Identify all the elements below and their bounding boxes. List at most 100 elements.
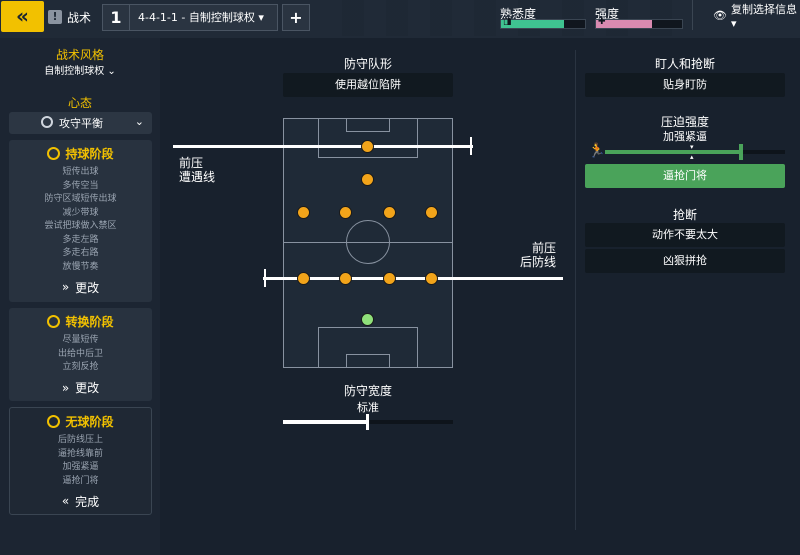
double-chevron-left-icon: «: [61, 494, 70, 508]
top-goal-box: [346, 118, 390, 132]
change-label: 更改: [75, 381, 100, 395]
familiarity-meter: 熟悉度 ◨: [500, 5, 586, 29]
tactic-slot-selector: 1 4-4-1-1 - 自制控制球权 ▾: [102, 4, 310, 31]
exclamation-icon: !: [48, 10, 62, 24]
phase-title: 转换阶段: [65, 314, 114, 329]
marking-dropdown[interactable]: 贴身盯防: [585, 73, 785, 97]
player-defender[interactable]: [297, 272, 310, 285]
phase-head: 无球阶段: [10, 408, 151, 434]
tactics-label: 战术: [67, 10, 92, 25]
player-goalkeeper[interactable]: [361, 313, 374, 326]
tackle-option[interactable]: 凶狠拼抢: [585, 249, 785, 273]
defend-icon: [47, 414, 61, 428]
defensive-line-handle[interactable]: [264, 269, 266, 287]
copy-selection-button[interactable]: 👁 复制选择信息 ▾: [692, 0, 800, 30]
change-button[interactable]: » 更改: [9, 274, 152, 300]
change-label: 更改: [75, 280, 100, 295]
phase-head: 转换阶段: [9, 308, 152, 334]
player-defender[interactable]: [339, 272, 352, 285]
phase-instruction-list: 后防线压上逼抢线靠前加强紧逼逼抢门将: [10, 434, 151, 488]
column-divider: [575, 50, 576, 530]
mentality-value: 攻守平衡: [59, 117, 103, 130]
phase-instruction-item: 逼抢线靠前: [57, 448, 103, 459]
centre-circle: [346, 220, 390, 264]
familiarity-icon: ◨: [503, 17, 512, 27]
phase-instruction-item: 放慢节奏: [62, 261, 99, 272]
phase-card-transition: 转换阶段 尽量短传出给中后卫立刻反抢 » 更改: [9, 308, 152, 401]
phase-instruction-item: 尝试把球做入禁区: [44, 221, 117, 231]
gk-press-button[interactable]: 逼抢门将: [585, 164, 785, 188]
phase-head: 持球阶段: [9, 140, 152, 166]
phase-instruction-list: 短传出球多传空当防守区域短传出球 减少带球尝试把球做入禁区 多走左路多走右路放慢节奏: [9, 166, 152, 274]
engagement-line[interactable]: [173, 145, 473, 148]
mentality-icon: [41, 116, 53, 128]
phase-instruction-item: 防守区域短传出球: [44, 194, 117, 204]
press-slider-handle[interactable]: [739, 144, 743, 160]
tactic-name-dropdown[interactable]: 4-4-1-1 - 自制控制球权 ▾: [130, 4, 278, 31]
press-value: 加强紧逼: [663, 130, 707, 143]
player-midfielder[interactable]: [383, 206, 396, 219]
intensity-icon: ✚: [598, 17, 606, 27]
phase-title: 持球阶段: [65, 146, 114, 161]
copy-selection-label: 复制选择信息 ▾: [730, 2, 797, 30]
sidebar: 战术风格 自制控制球权 ⌄ 心态 攻守平衡 ⌄ 持球阶段 短传出球多传空当防守区…: [0, 38, 160, 555]
chevron-down-icon: ⌄: [134, 115, 144, 128]
phase-instruction-item: 逼抢门将: [62, 475, 99, 486]
ball-icon: [47, 146, 61, 160]
player-midfielder[interactable]: [425, 206, 438, 219]
change-button[interactable]: » 更改: [9, 375, 152, 401]
mentality-dropdown[interactable]: 攻守平衡 ⌄: [9, 112, 152, 134]
phase-instruction-item: 多传空当: [62, 180, 99, 191]
tackle-title: 抢断: [672, 208, 697, 222]
width-title: 防守宽度: [343, 384, 392, 398]
press-marker-icon: ▾: [690, 143, 694, 151]
eye-icon: 👁: [713, 8, 727, 22]
phase-instruction-item: 减少带球: [62, 207, 99, 218]
intensity-meter: 强度 ✚: [595, 5, 683, 29]
phase-instruction-list: 尽量短传出给中后卫立刻反抢: [9, 334, 152, 375]
style-value: 自制控制球权: [44, 66, 105, 77]
phase-instruction-item: 短传出球: [62, 167, 99, 177]
running-man-icon: 🏃: [588, 143, 606, 159]
player-midfielder[interactable]: [339, 206, 352, 219]
double-chevron-right-icon: »: [61, 280, 70, 294]
shape-dropdown[interactable]: 使用越位陷阱: [283, 73, 453, 97]
width-slider-handle[interactable]: [366, 414, 369, 430]
phase-card-in-possession: 持球阶段 短传出球多传空当防守区域短传出球 减少带球尝试把球做入禁区 多走左路多走右…: [9, 140, 152, 302]
shape-title: 防守队形: [343, 57, 392, 71]
marking-title: 盯人和抢断: [654, 57, 715, 71]
phase-instruction-item: 立刻反抢: [62, 362, 99, 372]
done-button[interactable]: « 完成: [10, 488, 151, 514]
add-tactic-button[interactable]: +: [282, 4, 310, 31]
done-label: 完成: [75, 494, 100, 509]
phase-instruction-item: 加强紧逼: [62, 462, 99, 472]
phase-instruction-item: 多走左路: [62, 234, 99, 245]
engagement-handle[interactable]: [470, 137, 472, 155]
defensive-line-label: 前压 后防线: [520, 241, 557, 269]
phase-instruction-item: 出给中后卫: [57, 348, 103, 359]
phase-instruction-item: 多走右路: [62, 248, 99, 258]
phase-card-out-of-possession: 无球阶段 后防线压上逼抢线靠前加强紧逼逼抢门将 « 完成: [9, 407, 152, 515]
mentality-title: 心态: [67, 96, 92, 110]
tactics-tab[interactable]: ! 战术: [48, 5, 91, 29]
style-title: 战术风格: [55, 48, 104, 62]
player-defender[interactable]: [425, 272, 438, 285]
engagement-label: 前压 遭遇线: [179, 156, 216, 184]
tackle-option[interactable]: 动作不要太大: [585, 223, 785, 247]
style-dropdown[interactable]: 自制控制球权 ⌄: [0, 62, 160, 77]
press-slider-fill: [605, 150, 739, 154]
phase-title: 无球阶段: [65, 414, 114, 429]
tactic-slot-number[interactable]: 1: [102, 4, 130, 31]
player-midfielder[interactable]: [297, 206, 310, 219]
player-striker[interactable]: [361, 140, 374, 153]
player-attacking-midfielder[interactable]: [361, 173, 374, 186]
double-chevron-right-icon: »: [61, 380, 70, 395]
player-defender[interactable]: [383, 272, 396, 285]
phase-instruction-item: 后防线压上: [57, 435, 103, 445]
phase-instruction-item: 尽量短传: [62, 335, 99, 345]
back-button[interactable]: «: [1, 1, 44, 32]
press-marker-icon: ▴: [690, 153, 694, 161]
chevron-down-icon: ⌄: [107, 66, 116, 77]
width-value: 标准: [357, 401, 379, 414]
pitch: [283, 118, 453, 368]
